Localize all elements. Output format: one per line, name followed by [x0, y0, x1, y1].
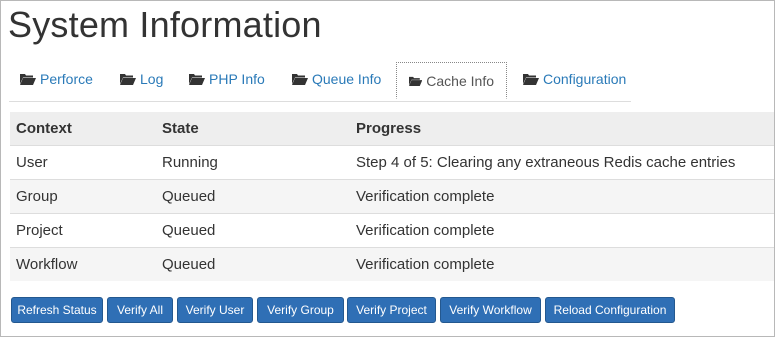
- cell-context: Project: [16, 222, 63, 239]
- cell-context: Workflow: [16, 256, 78, 273]
- cache-status-table: Context State Progress User Running Step…: [10, 112, 774, 281]
- table-row: Group Queued Verification complete: [10, 179, 774, 214]
- cell-state: Queued: [162, 188, 216, 205]
- tab-php-info[interactable]: PHP Info: [189, 61, 265, 97]
- tab-label: Queue Info: [312, 71, 382, 87]
- cell-state: Queued: [162, 222, 216, 239]
- reload-configuration-button[interactable]: Reload Configuration: [545, 297, 675, 323]
- cell-context: Group: [16, 188, 58, 205]
- cell-progress: Verification complete: [356, 222, 495, 239]
- table-row: Workflow Queued Verification complete: [10, 247, 774, 281]
- column-header-state: State: [162, 120, 199, 137]
- column-header-progress: Progress: [356, 120, 422, 137]
- folder-open-icon: [20, 74, 36, 85]
- column-header-context: Context: [16, 120, 72, 137]
- refresh-status-button[interactable]: Refresh Status: [11, 297, 103, 323]
- folder-open-icon: [120, 74, 136, 85]
- tab-perforce[interactable]: Perforce: [20, 61, 93, 97]
- table-row: Project Queued Verification complete: [10, 213, 774, 248]
- cell-context: User: [16, 154, 48, 171]
- cell-progress: Verification complete: [356, 188, 495, 205]
- cell-state: Running: [162, 154, 218, 171]
- table-row: User Running Step 4 of 5: Clearing any e…: [10, 145, 774, 180]
- folder-open-icon: [189, 74, 205, 85]
- cell-state: Queued: [162, 256, 216, 273]
- verify-group-button[interactable]: Verify Group: [257, 297, 344, 323]
- folder-open-icon: [409, 76, 423, 86]
- tab-log[interactable]: Log: [120, 61, 163, 97]
- cell-progress: Verification complete: [356, 256, 495, 273]
- cell-progress: Step 4 of 5: Clearing any extraneous Red…: [356, 154, 736, 171]
- tab-label: Log: [140, 71, 164, 87]
- tab-configuration[interactable]: Configuration: [523, 61, 626, 97]
- page-title: System Information: [8, 4, 322, 45]
- tab-cache-info[interactable]: Cache Info: [396, 62, 507, 99]
- verify-project-button[interactable]: Verify Project: [347, 297, 436, 323]
- tab-label: Perforce: [40, 71, 93, 87]
- folder-open-icon: [292, 74, 308, 85]
- system-information-panel: System Information Perforce Log PHP Info…: [0, 0, 775, 337]
- tab-label: Configuration: [543, 71, 627, 87]
- tab-label: Cache Info: [426, 72, 494, 89]
- verify-workflow-button[interactable]: Verify Workflow: [440, 297, 541, 323]
- folder-open-icon: [523, 74, 539, 85]
- verify-all-button[interactable]: Verify All: [107, 297, 173, 323]
- table-header-row: Context State Progress: [10, 112, 774, 146]
- tab-queue-info[interactable]: Queue Info: [292, 61, 381, 97]
- tab-label: PHP Info: [209, 71, 265, 87]
- tab-bar: Perforce Log PHP Info Queue Info Cache I…: [9, 61, 631, 102]
- verify-user-button[interactable]: Verify User: [177, 297, 253, 323]
